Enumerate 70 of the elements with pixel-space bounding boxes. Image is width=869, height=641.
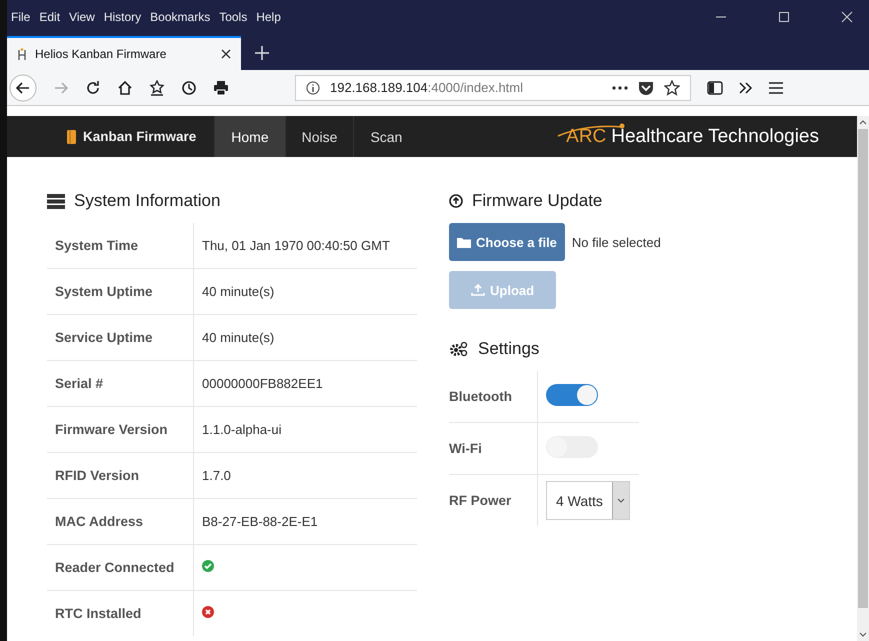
print-icon[interactable] [213,80,229,96]
setting-label: RF Power [449,474,538,526]
menu-item[interactable]: File [11,10,30,24]
menu-item[interactable]: View [69,10,95,24]
logo-text: Healthcare Technologies [611,126,819,148]
scroll-down-icon[interactable] [859,632,867,637]
select-field[interactable]: 4 Watts [546,481,630,520]
nav-tab[interactable]: Noise [284,116,354,157]
setting-label: Bluetooth [449,371,538,422]
file-status: No file selected [572,234,661,250]
upload-icon [471,284,485,296]
browser-tab[interactable]: Helios Kanban Firmware [7,36,241,70]
row-label: Serial # [47,360,194,406]
menu-item[interactable]: Bookmarks [150,10,210,24]
logo-mark: ARC [566,126,606,148]
url-path: :4000/index.html [428,80,524,95]
caret-icon [616,498,625,503]
reload-icon[interactable] [85,80,101,96]
menu-item[interactable]: History [104,10,142,24]
back-icon[interactable] [9,74,37,102]
info-icon [306,80,320,94]
section-title: System Information [74,191,220,211]
menu-item[interactable]: Help [256,10,281,24]
shield-icon[interactable] [638,80,654,96]
scroll-up-icon[interactable] [859,120,867,125]
star-icon[interactable] [664,80,680,96]
row-label: MAC Address [47,498,194,544]
maximize-icon[interactable] [778,11,790,23]
url-host: 192.168.189.104 [330,80,428,95]
row-value: 40 minute(s) [194,268,417,314]
row-label: RFID Version [47,452,194,498]
row-label: Reader Connected [47,544,194,590]
menu-item[interactable]: Edit [39,10,60,24]
row-label: Firmware Version [47,406,194,452]
row-label: RTC Installed [47,590,194,636]
server-icon [47,194,65,208]
address-bar[interactable]: 192.168.189.104:4000/index.html [295,74,691,100]
row-label: System Time [47,223,194,268]
new-tab-icon[interactable] [255,46,269,60]
menu-item[interactable]: Tools [219,10,248,24]
section-title: Settings [478,339,540,359]
section-title: Firmware Update [472,191,602,211]
row-value: 00000000FB882EE1 [194,360,417,406]
menu-icon[interactable] [769,82,783,94]
brand-link[interactable]: Kanban Firmware [7,116,214,157]
row-value: B8-27-EB-88-2E-E1 [194,498,417,544]
sidebar-icon[interactable] [707,80,723,94]
setting-label: Wi-Fi [449,422,538,474]
row-value: Thu, 01 Jan 1970 00:40:50 GMT [194,223,417,268]
history-icon[interactable] [181,80,197,96]
gears-icon [449,341,469,357]
folder-icon [457,236,471,248]
nav-tab[interactable]: Scan [353,116,418,157]
choose-file-button[interactable]: Choose a file [449,223,565,261]
upload-circle-icon [449,194,463,208]
more-icon[interactable] [612,86,628,90]
overflow-icon[interactable] [739,82,753,94]
row-value: 1.1.0-alpha-ui [194,406,417,452]
nav-tab[interactable]: Home [214,116,285,157]
bookmark-star-icon[interactable] [149,80,165,96]
row-value: 1.7.0 [194,452,417,498]
tab-title: Helios Kanban Firmware [35,47,168,61]
toggle-switch[interactable] [546,384,598,406]
row-label: System Uptime [47,268,194,314]
row-label: Service Uptime [47,314,194,360]
brand-icon [67,130,76,144]
row-value: 40 minute(s) [194,314,417,360]
favicon-icon [17,48,27,60]
close-icon[interactable] [221,49,231,59]
home-icon[interactable] [117,80,133,96]
